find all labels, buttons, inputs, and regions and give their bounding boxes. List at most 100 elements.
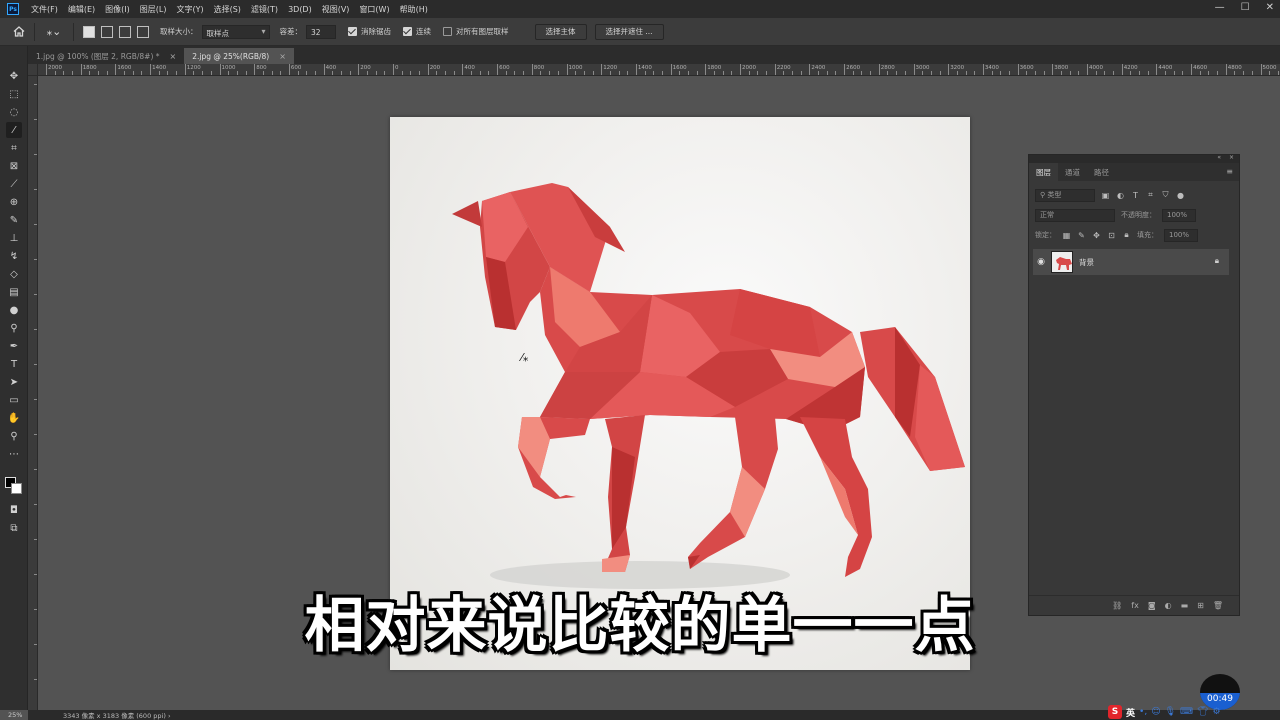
delete-layer-icon[interactable]: 🗑︎ — [1213, 601, 1223, 610]
tab-document-2[interactable]: 2.jpg @ 25%(RGB/8) × — [184, 48, 294, 64]
contiguous-checkbox[interactable] — [403, 27, 412, 36]
punctuation-icon[interactable]: •, — [1139, 707, 1147, 717]
intersect-selection-button[interactable] — [137, 25, 149, 38]
link-layers-icon[interactable]: ⛓ — [1112, 601, 1122, 610]
rectangle-icon[interactable]: ▭ — [6, 392, 22, 408]
fx-icon[interactable]: fx — [1131, 601, 1139, 610]
eyedropper-icon[interactable]: ⟋ — [6, 176, 22, 192]
emoji-icon[interactable]: ☺ — [1151, 707, 1160, 717]
subtract-selection-button[interactable] — [119, 25, 131, 38]
more-icon[interactable]: ⋯ — [6, 446, 22, 462]
lock-position-icon[interactable]: ✥ — [1092, 231, 1101, 240]
select-subject-button[interactable]: 选择主体 — [534, 23, 587, 40]
filter-adjust-icon[interactable]: ◐ — [1116, 191, 1125, 200]
menu-help[interactable]: 帮助(H) — [400, 4, 428, 15]
new-group-icon[interactable]: ▬ — [1181, 601, 1189, 610]
pen-icon[interactable]: ✒ — [6, 338, 22, 354]
zoom-level[interactable]: 25% — [8, 711, 36, 719]
new-selection-button[interactable] — [83, 25, 95, 38]
minimize-icon[interactable]: — — [1215, 2, 1225, 13]
lasso-icon[interactable]: ◌ — [6, 104, 22, 120]
lock-artboard-icon[interactable]: ⊡ — [1107, 231, 1116, 240]
ruler-vertical[interactable] — [28, 76, 38, 710]
move-icon[interactable]: ✥ — [6, 68, 22, 84]
eye-icon[interactable]: ◉ — [1033, 257, 1049, 267]
lock-transparent-icon[interactable]: ▦ — [1062, 231, 1071, 240]
sample-size-select[interactable]: 取样点 — [201, 24, 270, 39]
hand-icon[interactable]: ✋ — [6, 410, 22, 426]
ime-logo-icon[interactable]: S — [1108, 705, 1122, 719]
tab-paths[interactable]: 路径 — [1087, 163, 1116, 181]
menu-select[interactable]: 选择(S) — [214, 4, 241, 15]
filter-shape-icon[interactable]: ⌗ — [1146, 190, 1155, 200]
crop-icon[interactable]: ⌗ — [6, 140, 22, 156]
screen-mode-icon[interactable]: ⧉ — [6, 520, 22, 536]
background-color-swatch[interactable] — [11, 483, 22, 494]
ime-language[interactable]: 英 — [1126, 706, 1135, 719]
brush-icon[interactable]: ✎ — [6, 212, 22, 228]
quick-mask-icon[interactable]: ◘ — [6, 502, 22, 518]
filter-pixel-icon[interactable]: ▣ — [1101, 191, 1110, 200]
filter-type-icon[interactable]: T — [1131, 191, 1140, 200]
tolerance-input[interactable]: 32 — [306, 24, 336, 39]
antialias-checkbox[interactable] — [348, 27, 357, 36]
menu-3d[interactable]: 3D(D) — [288, 5, 312, 14]
magic-wand-preset-icon[interactable]: ⁎⌄ — [41, 23, 67, 41]
filter-toggle-icon[interactable]: ● — [1176, 191, 1185, 200]
new-layer-icon[interactable]: ⊞ — [1197, 601, 1204, 610]
layer-filter-select[interactable]: ⚲ 类型 — [1035, 188, 1095, 202]
tab-close-icon[interactable]: × — [170, 52, 177, 61]
tab-document-1[interactable]: 1.jpg @ 100% (图层 2, RGB/8#) * × — [28, 48, 184, 64]
type-icon[interactable]: T — [6, 356, 22, 372]
settings-icon[interactable]: ⚙ — [1212, 707, 1220, 717]
filter-smart-icon[interactable]: ⛉ — [1161, 190, 1170, 200]
zoom-icon[interactable]: ⚲ — [6, 428, 22, 444]
menu-window[interactable]: 窗口(W) — [359, 4, 389, 15]
fill-input[interactable]: 100% — [1164, 228, 1198, 242]
menu-image[interactable]: 图像(I) — [105, 4, 130, 15]
ruler-horizontal[interactable]: 2000 1800 1600 1400 1200 1000 800 600 400 200 0 200… — [38, 64, 1280, 76]
maximize-icon[interactable]: ☐ — [1241, 2, 1250, 13]
menu-layer[interactable]: 图层(L) — [140, 4, 167, 15]
tab-layers[interactable]: 图层 — [1029, 163, 1058, 181]
dodge-icon[interactable]: ⚲ — [6, 320, 22, 336]
eraser-icon[interactable]: ◇ — [6, 266, 22, 282]
history-brush-icon[interactable]: ↯ — [6, 248, 22, 264]
frame-icon[interactable]: ⊠ — [6, 158, 22, 174]
menu-filter[interactable]: 滤镜(T) — [251, 4, 278, 15]
magic-wand-icon[interactable]: ⁄ — [6, 122, 22, 138]
close-icon[interactable]: ✕ — [1266, 2, 1274, 13]
microphone-icon[interactable]: 🎙︎ — [1165, 707, 1176, 717]
add-selection-button[interactable] — [101, 25, 113, 38]
panel-menu-icon[interactable]: ≡ — [1226, 167, 1233, 176]
skin-icon[interactable]: 👕︎ — [1197, 707, 1208, 717]
status-arrow-icon[interactable]: › — [168, 712, 171, 720]
menu-view[interactable]: 视图(V) — [322, 4, 350, 15]
blend-mode-select[interactable]: 正常 — [1035, 208, 1115, 222]
collapse-icon[interactable]: « — [1217, 154, 1221, 161]
gradient-icon[interactable]: ▤ — [6, 284, 22, 300]
select-and-mask-button[interactable]: 选择并遮住 ... — [594, 23, 664, 40]
lock-all-icon[interactable]: 🔒︎ — [1122, 230, 1131, 240]
panel-close-icon[interactable]: × — [1229, 154, 1234, 161]
menu-type[interactable]: 文字(Y) — [176, 4, 203, 15]
home-icon[interactable] — [10, 23, 28, 41]
adjustment-layer-icon[interactable]: ◐ — [1165, 601, 1172, 610]
opacity-input[interactable]: 100% — [1162, 208, 1196, 222]
sample-all-layers-checkbox[interactable] — [443, 27, 452, 36]
menu-file[interactable]: 文件(F) — [31, 4, 58, 15]
ruler-minor-tick — [366, 71, 368, 75]
add-mask-icon[interactable]: ◙ — [1148, 601, 1156, 610]
menu-edit[interactable]: 编辑(E) — [68, 4, 95, 15]
ruler-minor-tick — [965, 71, 967, 75]
tab-close-icon[interactable]: × — [279, 52, 286, 61]
tab-channels[interactable]: 通道 — [1058, 163, 1087, 181]
keyboard-icon[interactable]: ⌨ — [1180, 707, 1193, 717]
path-select-icon[interactable]: ➤ — [6, 374, 22, 390]
blur-icon[interactable]: ● — [6, 302, 22, 318]
layer-row-background[interactable]: ◉ 背景 🔒︎ — [1033, 249, 1229, 275]
healing-icon[interactable]: ⊕ — [6, 194, 22, 210]
marquee-icon[interactable]: ⬚ — [6, 86, 22, 102]
stamp-icon[interactable]: ⊥ — [6, 230, 22, 246]
lock-pixels-icon[interactable]: ✎ — [1077, 231, 1086, 240]
